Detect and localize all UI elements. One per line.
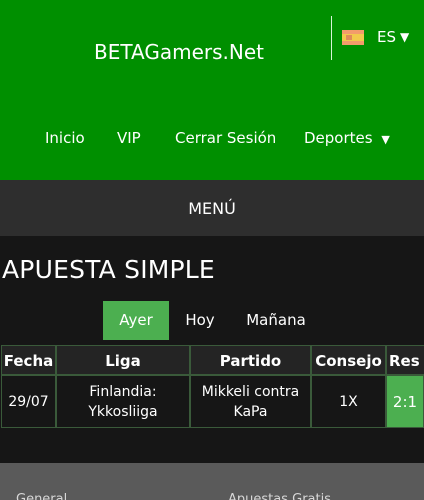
tab-hoy[interactable]: Hoy [169, 301, 231, 340]
tab-ayer[interactable]: Ayer [103, 301, 169, 340]
menu-label: MENÚ [188, 198, 236, 218]
nav-item-inicio[interactable]: Inicio [45, 129, 85, 147]
nav-item-deportes[interactable]: Deportes ▼ [304, 129, 390, 147]
column-header-res: Res [386, 345, 424, 375]
table-cell-consejo: 1X [311, 375, 386, 428]
spain-flag-icon [342, 29, 364, 45]
tab-manana[interactable]: Mañana [231, 301, 321, 340]
site-header: BETAGamers.Net ES ▼ Inicio VIP Cerrar Se… [0, 0, 424, 180]
table-cell-res: 2:1 [386, 375, 424, 428]
language-code: ES [377, 28, 396, 46]
language-selector[interactable]: ES ▼ [342, 27, 409, 47]
main-nav: Inicio VIP Cerrar Sesión Deportes ▼ [0, 129, 424, 151]
footer-bar: General Apuestas Gratis [0, 463, 424, 500]
footer-link-general[interactable]: General [16, 492, 67, 500]
chevron-down-icon: ▼ [381, 133, 390, 146]
column-header-fecha: Fecha [1, 345, 56, 375]
footer-link-apuestas-gratis[interactable]: Apuestas Gratis [228, 492, 331, 500]
nav-item-cerrar-sesion[interactable]: Cerrar Sesión [175, 129, 276, 147]
column-header-partido: Partido [190, 345, 311, 375]
table-cell-partido: Mikkeli contra KaPa [190, 375, 311, 428]
nav-item-deportes-label: Deportes [304, 129, 373, 147]
chevron-down-icon: ▼ [400, 30, 410, 44]
site-logo-text[interactable]: BETAGamers.Net [0, 40, 358, 64]
page-title: APUESTA SIMPLE [2, 255, 215, 284]
table-cell-fecha: 29/07 [1, 375, 56, 428]
nav-item-vip[interactable]: VIP [117, 129, 141, 147]
table-cell-liga: Finlandia: Ykkosliiga [56, 375, 190, 428]
column-header-liga: Liga [56, 345, 190, 375]
column-header-consejo: Consejo [311, 345, 386, 375]
header-divider [331, 16, 332, 60]
menu-toggle-bar[interactable]: MENÚ [0, 180, 424, 236]
